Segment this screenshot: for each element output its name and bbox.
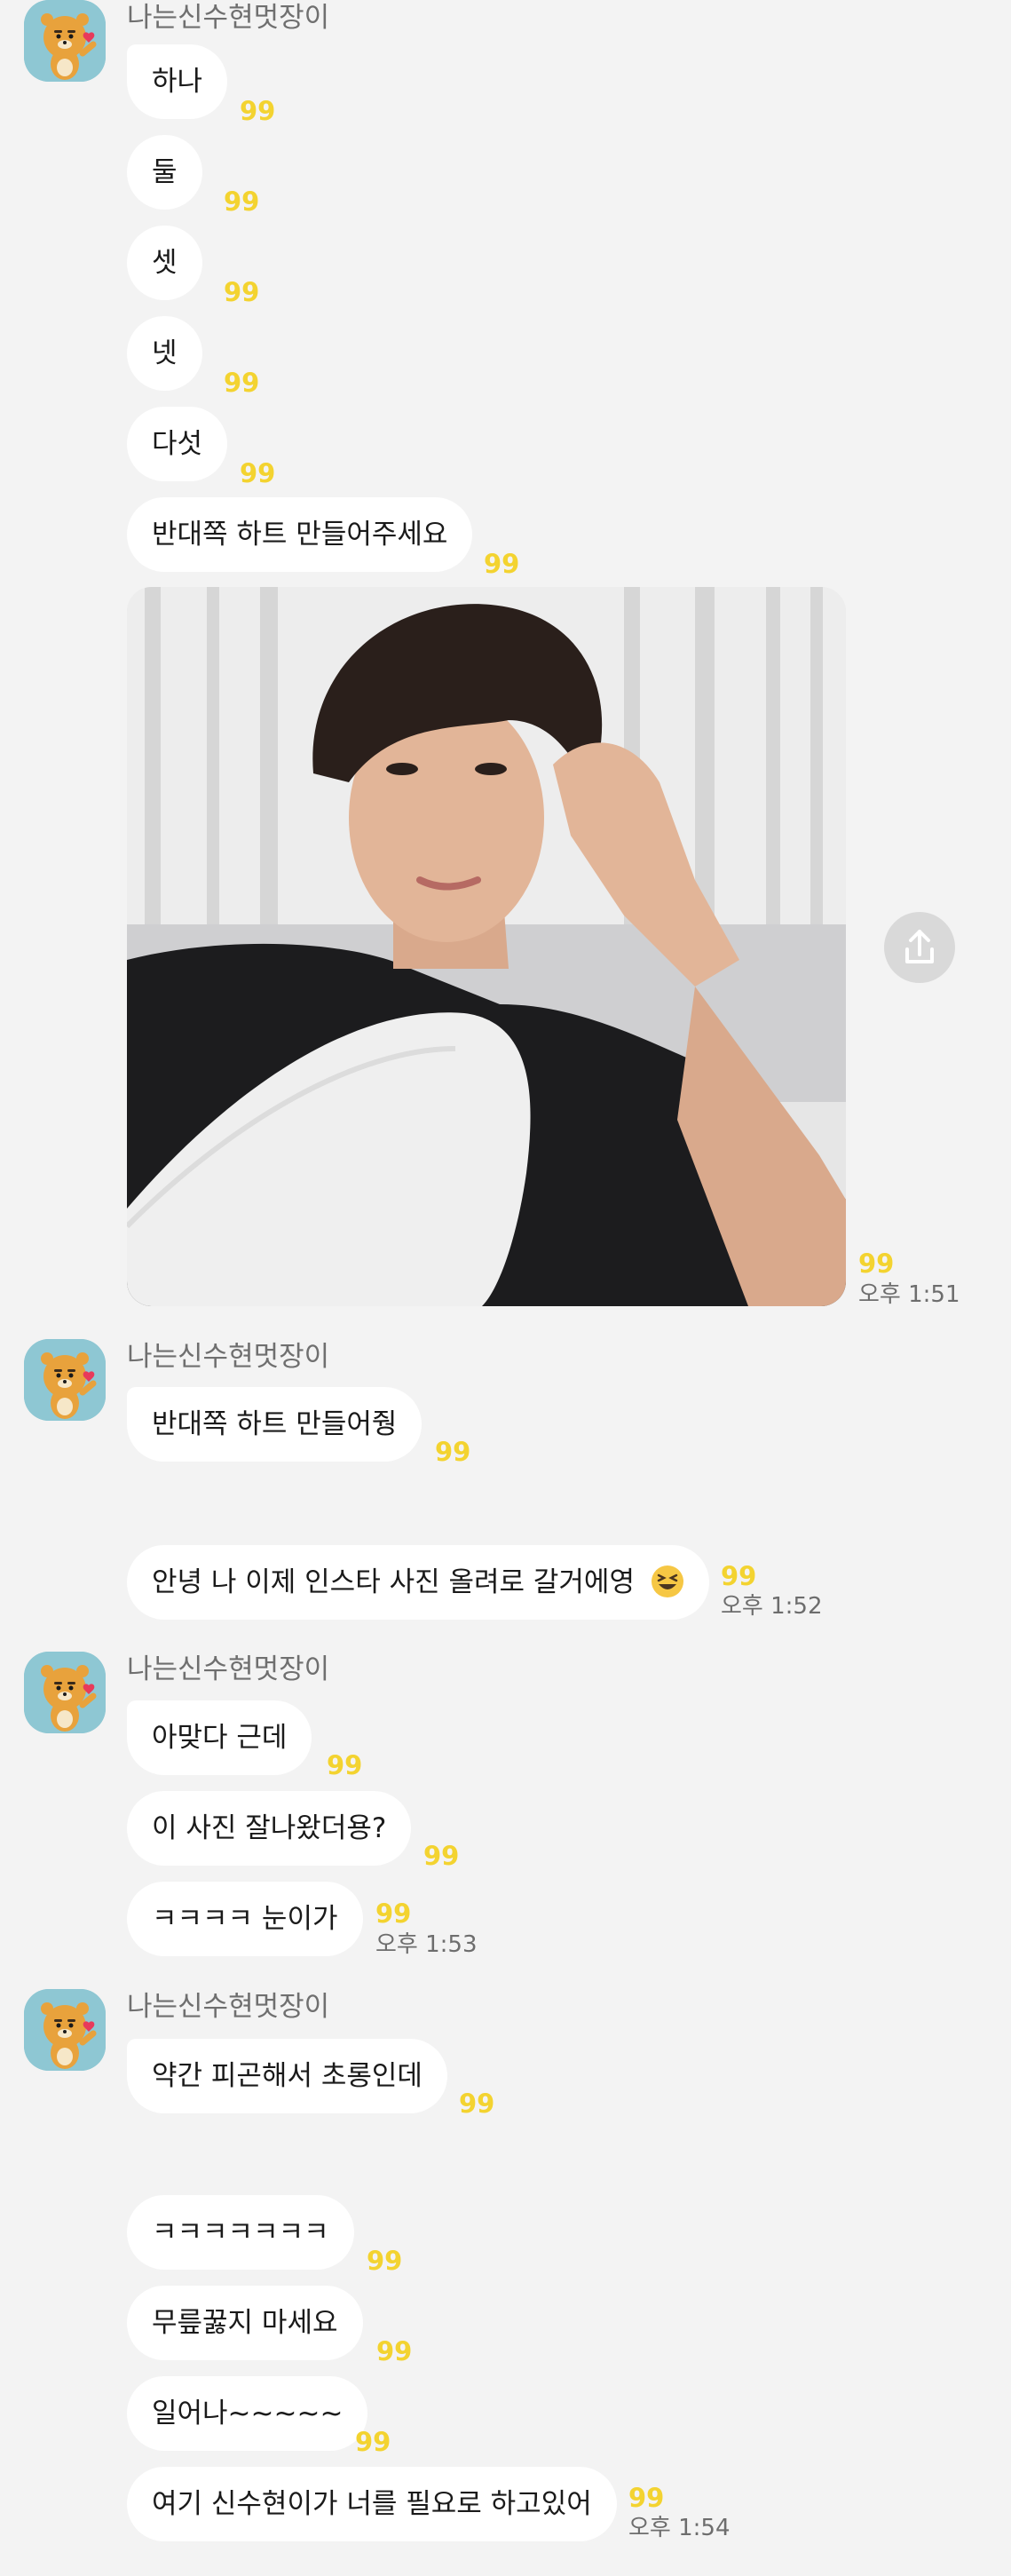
unread-count: 99 xyxy=(224,277,260,307)
message-bubble[interactable]: 약간 피곤해서 초롱인데 xyxy=(127,2039,447,2113)
unread-count: 99 xyxy=(376,2336,413,2366)
message-bubble[interactable]: 안녕 나 이제 인스타 사진 올려로 갈거에영 xyxy=(127,1545,709,1620)
unread-count: 99 xyxy=(224,186,260,217)
message-bubble[interactable]: 일어나~~~~~ xyxy=(127,2376,368,2451)
message-bubble[interactable]: 여기 신수현이가 너를 필요로 하고있어 xyxy=(127,2467,617,2541)
message-bubble[interactable]: 다섯 xyxy=(127,407,228,481)
avatar[interactable] xyxy=(24,1989,106,2071)
unread-count: 99 xyxy=(240,96,276,126)
message-text: 다섯 xyxy=(152,428,203,460)
message-time: 오후 1:52 xyxy=(721,1593,823,1620)
ryan-bear-avatar-icon xyxy=(24,0,106,82)
message-text: 셋 xyxy=(152,247,178,279)
sender-name: 나는신수현멋장이 xyxy=(127,2,330,34)
message-time: 오후 1:53 xyxy=(375,1931,478,1958)
message-text: 안녕 나 이제 인스타 사진 올려로 갈거에영 xyxy=(152,1566,635,1598)
unread-count: 99 xyxy=(375,1898,412,1929)
message-bubble[interactable]: 둘 xyxy=(127,135,202,210)
message-text: 여기 신수현이가 너를 필요로 하고있어 xyxy=(152,2488,592,2520)
sender-name: 나는신수현멋장이 xyxy=(127,1991,330,2023)
unread-count: 99 xyxy=(858,1248,895,1279)
message-text: 반대쪽 하트 만들어주세요 xyxy=(152,519,448,551)
message-text: ㅋㅋㅋㅋ 눈이가 xyxy=(152,1903,338,1935)
message-time: 오후 1:51 xyxy=(858,1281,960,1308)
message-text: 하나 xyxy=(152,66,203,98)
message-text: 무릎꿇지 마세요 xyxy=(152,2307,338,2339)
share-button[interactable] xyxy=(884,912,955,983)
message-text: ㅋㅋㅋㅋㅋㅋㅋ xyxy=(152,2216,329,2248)
ryan-bear-avatar-icon xyxy=(24,1652,106,1733)
message-time: 오후 1:54 xyxy=(628,2515,731,2541)
unread-count: 99 xyxy=(367,2246,403,2276)
message-bubble[interactable]: 아맞다 근데 xyxy=(127,1700,312,1775)
unread-count: 99 xyxy=(240,458,276,488)
message-bubble[interactable]: 무릎꿇지 마세요 xyxy=(127,2286,363,2360)
unread-count: 99 xyxy=(423,1841,460,1871)
avatar[interactable] xyxy=(24,1339,106,1421)
message-bubble[interactable]: 넷 xyxy=(127,316,202,391)
avatar[interactable] xyxy=(24,0,106,82)
message-bubble[interactable]: 셋 xyxy=(127,226,202,300)
message-text: 약간 피곤해서 초롱인데 xyxy=(152,2060,423,2092)
unread-count: 99 xyxy=(721,1561,757,1591)
message-bubble[interactable]: 하나 xyxy=(127,44,228,119)
sender-name: 나는신수현멋장이 xyxy=(127,1341,330,1373)
ryan-bear-avatar-icon xyxy=(24,1339,106,1421)
grinning-squinting-face-icon xyxy=(651,1565,683,1597)
message-text: 아맞다 근데 xyxy=(152,1722,288,1754)
message-text: 일어나~~~~~ xyxy=(152,2398,344,2429)
unread-count: 99 xyxy=(355,2427,391,2457)
message-text: 이 사진 잘나왔더용? xyxy=(152,1812,387,1844)
message-bubble[interactable]: 반대쪽 하트 만들어줭 xyxy=(127,1387,423,1462)
message-text: 넷 xyxy=(152,337,178,369)
message-bubble[interactable]: 반대쪽 하트 만들어주세요 xyxy=(127,497,473,572)
avatar[interactable] xyxy=(24,1652,106,1733)
share-upload-icon xyxy=(905,930,934,963)
unread-count: 99 xyxy=(459,2089,495,2119)
unread-count: 99 xyxy=(327,1750,363,1780)
message-text: 둘 xyxy=(152,156,178,188)
ryan-bear-avatar-icon xyxy=(24,1989,106,2071)
unread-count: 99 xyxy=(435,1437,471,1467)
message-bubble[interactable]: 이 사진 잘나왔더용? xyxy=(127,1791,412,1866)
unread-count: 99 xyxy=(628,2483,665,2513)
message-text: 반대쪽 하트 만들어줭 xyxy=(152,1408,398,1440)
message-bubble[interactable]: ㅋㅋㅋㅋㅋㅋㅋ xyxy=(127,2195,354,2270)
photo-message[interactable] xyxy=(127,587,846,1306)
unread-count: 99 xyxy=(224,368,260,398)
message-bubble[interactable]: ㅋㅋㅋㅋ 눈이가 xyxy=(127,1882,363,1956)
unread-count: 99 xyxy=(484,549,520,579)
selfie-photo xyxy=(127,587,846,1306)
sender-name: 나는신수현멋장이 xyxy=(127,1653,330,1685)
